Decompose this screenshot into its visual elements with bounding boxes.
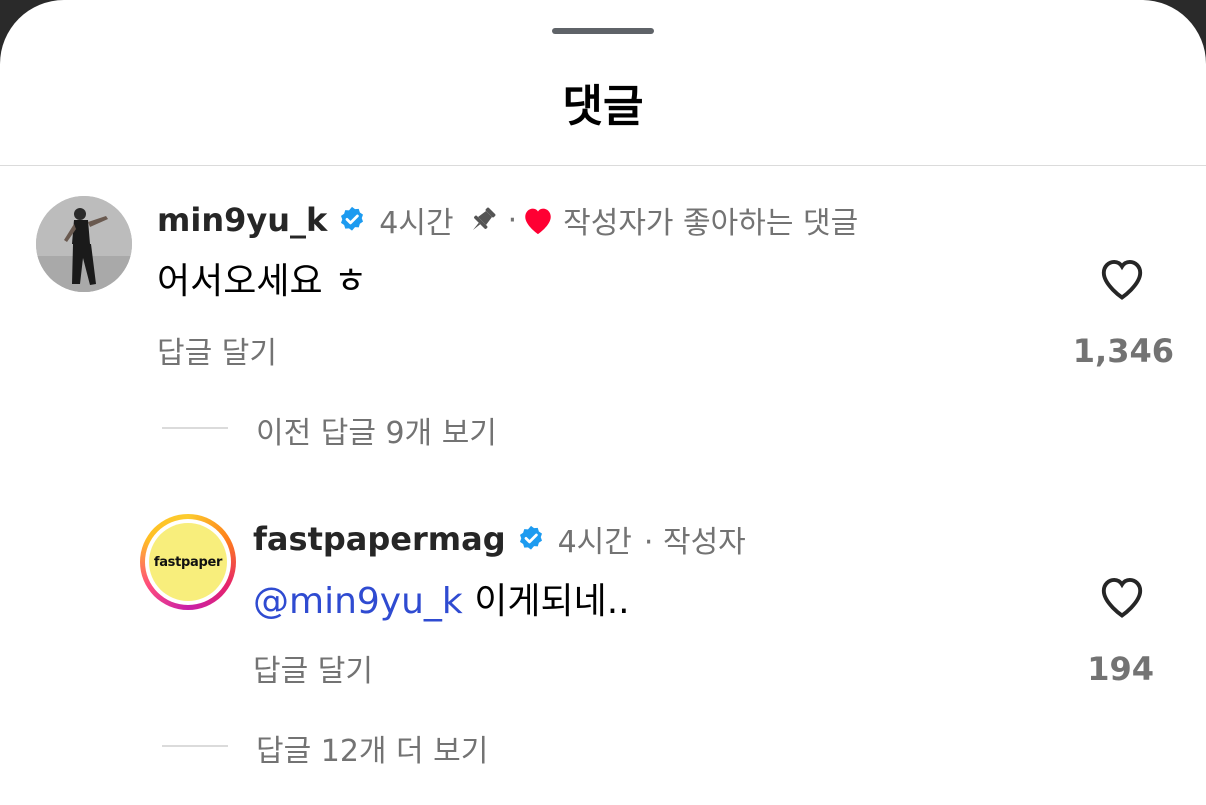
meta-separator: ·	[507, 202, 518, 238]
view-previous-replies-button[interactable]: 이전 답글 9개 보기	[256, 408, 497, 452]
avatar: fastpaper	[149, 523, 227, 601]
comment-text: @min9yu_k 이게되네..	[253, 572, 630, 624]
pin-icon	[466, 203, 500, 237]
comment-header: fastpapermag 4시간 · 작성자	[253, 517, 746, 561]
header-divider	[0, 165, 1206, 166]
verified-badge-icon	[516, 524, 546, 554]
replies-line	[162, 745, 228, 747]
like-count: 1,346	[1072, 332, 1174, 370]
comments-sheet: 댓글 min9yu_k 4시간 · 작성자가 좋아하는 댓글 어서오세요 ㅎ 답…	[0, 0, 1206, 805]
sheet-title: 댓글	[562, 81, 644, 132]
view-more-replies-button[interactable]: 답글 12개 더 보기	[256, 726, 488, 770]
comment-username[interactable]: fastpapermag	[253, 520, 506, 558]
avatar-photo	[36, 196, 132, 292]
heart-filled-icon	[521, 204, 555, 236]
liked-by-author-label: 작성자가 좋아하는 댓글	[563, 206, 859, 241]
reply-button[interactable]: 답글 달기	[253, 646, 373, 690]
like-count: 194	[1087, 650, 1154, 688]
sheet-grabber[interactable]	[552, 28, 654, 34]
comment-text: 어서오세요 ㅎ	[157, 261, 368, 302]
avatar[interactable]	[36, 196, 132, 292]
comment-time: 4시간	[557, 525, 632, 560]
replies-line	[162, 427, 228, 429]
reply-button[interactable]: 답글 달기	[157, 328, 277, 372]
mention-link[interactable]: @min9yu_k	[253, 581, 463, 622]
comment-header: min9yu_k 4시간 · 작성자가 좋아하는 댓글	[157, 198, 858, 242]
comment-time: 4시간	[379, 206, 454, 241]
comment-body: 이게되네..	[474, 581, 630, 622]
heart-outline-icon[interactable]	[1096, 572, 1148, 624]
comment-username[interactable]: min9yu_k	[157, 201, 327, 239]
heart-outline-icon[interactable]	[1096, 254, 1148, 306]
author-label: · 작성자	[643, 525, 746, 560]
verified-badge-icon	[337, 205, 367, 235]
avatar-story-ring[interactable]: fastpaper	[140, 514, 236, 610]
